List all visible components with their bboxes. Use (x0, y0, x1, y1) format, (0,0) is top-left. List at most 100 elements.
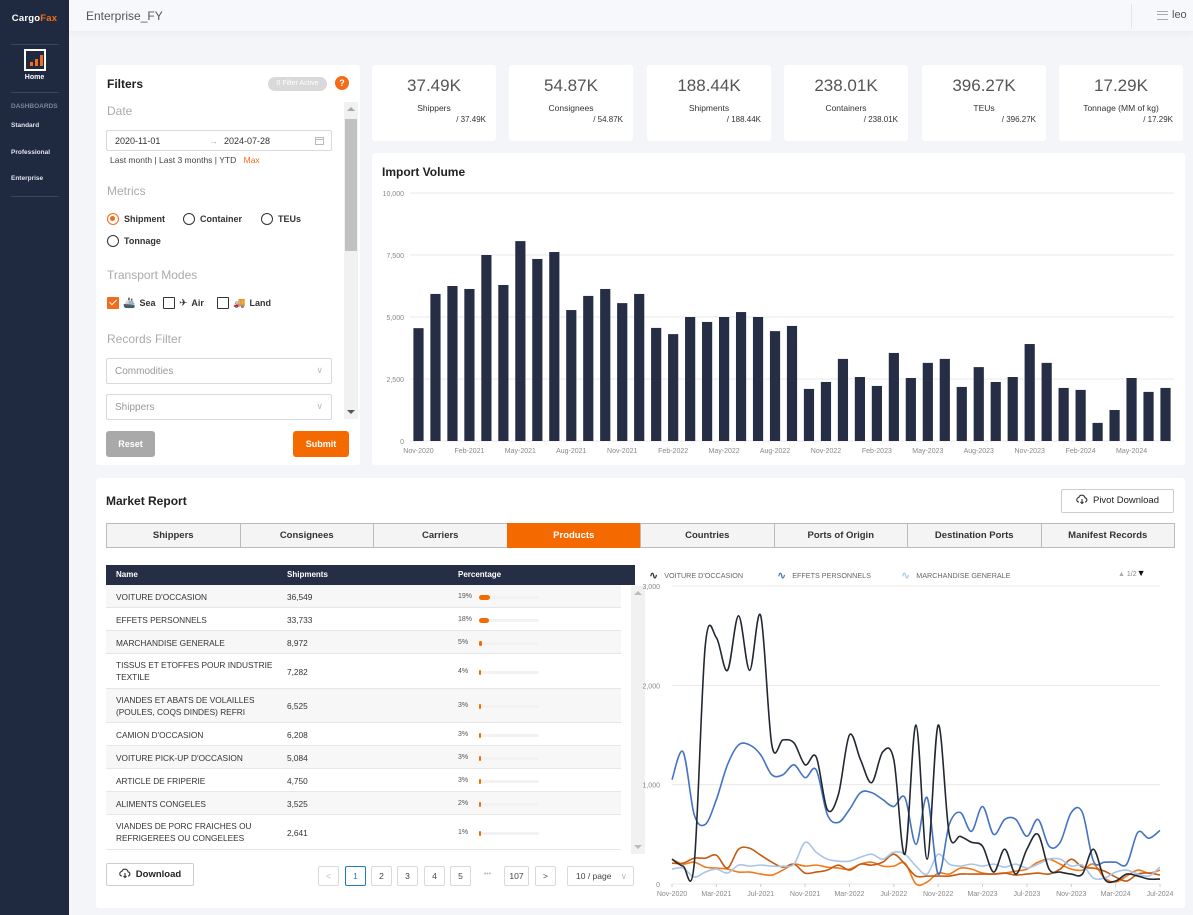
bar (1092, 422, 1103, 441)
download-button[interactable]: Download (106, 863, 194, 886)
bar (1143, 391, 1154, 441)
bar (939, 358, 950, 441)
market-report-card: Market Report Pivot Download Shippers Co… (96, 478, 1185, 908)
radio-label: TEUs (278, 214, 302, 224)
bar (481, 255, 492, 441)
table-row[interactable]: ALIMENTS CONGELES 3,525 2% (106, 792, 621, 815)
scroll-thumb[interactable] (345, 119, 357, 251)
ytd-link[interactable]: YTD (219, 155, 236, 165)
pagination-page-1[interactable]: 1 (345, 866, 366, 886)
sidebar-item-enterprise[interactable]: Enterprise (11, 175, 43, 182)
scroll-up-icon[interactable] (347, 107, 355, 111)
tab-manifest-records[interactable]: Manifest Records (1040, 523, 1175, 548)
table-row[interactable]: VOITURE D'OCCASION 36,549 19% (106, 585, 621, 608)
pagination-page-2[interactable]: 2 (371, 866, 392, 886)
page-size-value: 10 / page (576, 871, 612, 881)
reset-button[interactable]: Reset (106, 431, 155, 457)
help-icon[interactable]: ? (335, 76, 349, 90)
column-header-name[interactable]: Name (116, 570, 138, 579)
tab-carriers[interactable]: Carriers (373, 523, 507, 548)
transport-land-checkbox[interactable]: 🚚 Land (217, 297, 271, 309)
tab-shippers[interactable]: Shippers (106, 523, 240, 548)
sidebar-item-home[interactable]: Home (0, 49, 69, 81)
user-menu[interactable]: leo (1157, 9, 1187, 21)
percentage-bar (479, 640, 539, 646)
bar (1024, 344, 1035, 441)
submit-button[interactable]: Submit (293, 431, 349, 457)
stat-value: 188.44K (677, 76, 741, 95)
stat-value: 37.49K (407, 76, 461, 95)
date-to[interactable]: 2024-07-28 (224, 136, 270, 146)
table-row[interactable]: MARCHANDISE GENERALE 8,972 5% (106, 631, 621, 654)
tab-destination-ports[interactable]: Destination Ports (907, 523, 1041, 548)
table-row[interactable]: CAMION D'OCCASION 6,208 3% (106, 723, 621, 746)
checkbox-label: Sea (139, 298, 156, 308)
table-row[interactable]: EFFETS PERSONNELS 33,733 18% (106, 608, 621, 631)
tab-consignees[interactable]: Consignees (239, 523, 373, 548)
legend-prev-icon[interactable]: ▲ (1118, 571, 1125, 578)
tab-products[interactable]: Products (506, 523, 640, 548)
arrow-right-icon: → (209, 136, 218, 146)
tab-countries[interactable]: Countries (640, 523, 774, 548)
shippers-select[interactable]: Shippers ∨ (106, 394, 332, 420)
bar (617, 303, 628, 441)
transport-air-checkbox[interactable]: ✈ Air (163, 297, 204, 309)
separator: | (214, 155, 218, 165)
pivot-download-button[interactable]: Pivot Download (1061, 489, 1174, 513)
bar (413, 328, 424, 441)
date-from[interactable]: 2020-11-01 (115, 136, 160, 146)
metric-container-radio[interactable]: Container (183, 213, 242, 225)
page-size-select[interactable]: 10 / page ∨ (567, 866, 634, 886)
y-tick-label: 10,000 (383, 191, 405, 198)
bar (990, 381, 1001, 441)
stat-label: Tonnage (MM of kg) (1083, 103, 1159, 113)
metric-tonnage-radio[interactable]: Tonnage (107, 235, 161, 247)
pagination-page-3[interactable]: 3 (397, 866, 418, 886)
select-placeholder: Shippers (115, 402, 155, 413)
table-row[interactable]: VOITURE PICK-UP D'OCCASION 5,084 3% (106, 746, 621, 769)
cell-name: ALIMENTS CONGELES (116, 798, 206, 809)
chevron-down-icon: ∨ (316, 365, 323, 375)
pagination-page-last[interactable]: 107 (504, 866, 529, 886)
percentage-bar-fill (479, 617, 490, 623)
pagination-page-5[interactable]: 5 (450, 866, 471, 886)
filters-scrollbar[interactable] (344, 102, 358, 419)
table-row[interactable]: VIANDES DE PORC FRAICHES OU REFRIGEREES … (106, 815, 621, 850)
table-row[interactable]: TISSUS ET ETOFFES POUR INDUSTRIE TEXTILE… (106, 654, 621, 689)
sidebar-item-professional[interactable]: Professional (11, 149, 50, 156)
pagination-ellipsis[interactable]: ••• (477, 866, 498, 886)
transport-sea-checkbox[interactable]: 🚢 Sea (107, 297, 155, 309)
metric-teus-radio[interactable]: TEUs (261, 213, 301, 225)
cell-shipments: 5,084 (287, 752, 308, 763)
x-tick-label: Feb-2024 (1066, 448, 1096, 455)
last-month-link[interactable]: Last month (110, 155, 152, 165)
cell-name: TISSUS ET ETOFFES POUR INDUSTRIE TEXTILE (116, 660, 273, 682)
bar (566, 310, 577, 441)
sidebar-item-standard[interactable]: Standard (11, 122, 39, 129)
x-tick-label: Jul-2024 (1147, 891, 1174, 898)
commodities-select[interactable]: Commodities ∨ (106, 358, 332, 384)
stat-label: Shipments (688, 103, 730, 113)
tab-ports-of-origin[interactable]: Ports of Origin (773, 523, 907, 548)
logo[interactable]: CargoFax (0, 13, 69, 24)
legend-next-icon[interactable]: ▼ (1137, 568, 1146, 578)
max-link[interactable]: Max (244, 155, 260, 165)
metric-shipment-radio[interactable]: Shipment (107, 213, 165, 225)
y-tick-label: 3,000 (642, 584, 660, 591)
percentage-bar-fill (479, 669, 482, 675)
column-header-percentage[interactable]: Percentage (458, 570, 501, 579)
filter-active-badge: 0 Filter Active (268, 77, 327, 91)
table-row[interactable]: VIANDES ET ABATS DE VOLAILLES (POULES, C… (106, 689, 621, 723)
bar (651, 327, 662, 441)
scroll-down-icon[interactable] (347, 410, 355, 414)
percentage-bar-fill (479, 830, 481, 836)
last-3-months-link[interactable]: Last 3 months (159, 155, 212, 165)
pagination-page-4[interactable]: 4 (424, 866, 445, 886)
date-range-picker[interactable]: 2020-11-01 → 2024-07-28 (106, 130, 332, 151)
table-row[interactable]: ARTICLE DE FRIPERIE 4,750 3% (106, 769, 621, 792)
import-volume-card: Import Volume 0 2,500 5,000 7,500 10,000 Nov-… (372, 153, 1185, 465)
pagination-prev[interactable]: < (318, 866, 339, 886)
column-header-shipments[interactable]: Shipments (287, 570, 328, 579)
bar (583, 295, 594, 441)
pagination-next[interactable]: > (535, 866, 556, 886)
